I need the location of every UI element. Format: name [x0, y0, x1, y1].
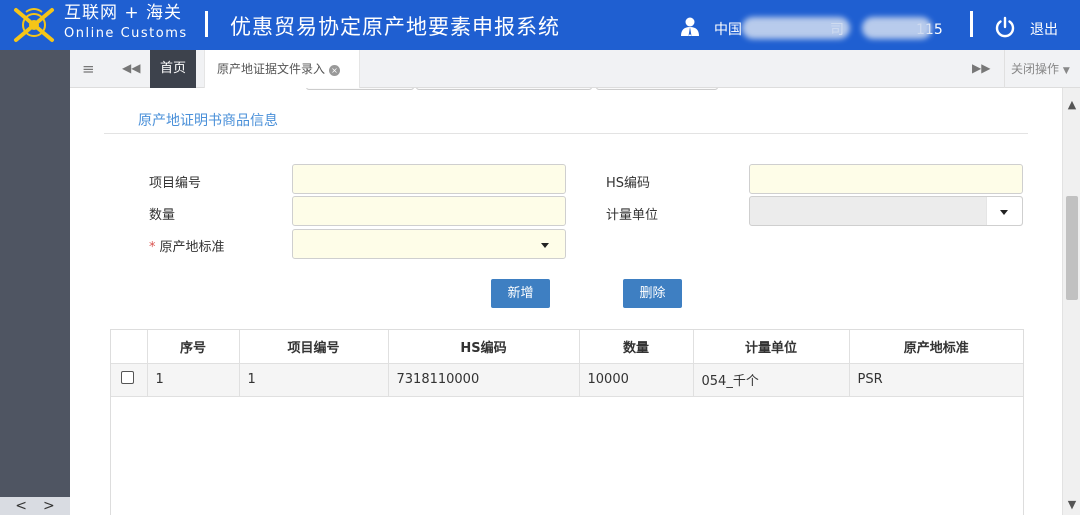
cell-origin-standard: PSR	[849, 363, 1023, 397]
caret-down-icon	[541, 243, 549, 248]
column-header: 项目编号	[239, 330, 389, 364]
field-stub	[416, 88, 592, 90]
origin-standard-label-text: 原产地标准	[159, 240, 225, 255]
goods-table-grid: 序号 项目编号 HS编码 数量 计量单位 原产地标准 1 1 731811000…	[111, 330, 1023, 397]
close-operations-label: 关闭操作	[1011, 62, 1060, 76]
hs-code-input[interactable]	[749, 164, 1023, 194]
delete-button[interactable]: 删除	[623, 279, 682, 308]
field-stub	[306, 88, 414, 90]
scroll-down-icon[interactable]: ▼	[1063, 498, 1080, 511]
system-title: 优惠贸易协定原产地要素申报系统	[230, 15, 560, 39]
caret-down-icon	[1000, 210, 1008, 215]
add-button[interactable]: 新增	[491, 279, 550, 308]
origin-standard-select[interactable]	[292, 229, 566, 259]
cell-seq: 1	[147, 363, 240, 397]
row-checkbox[interactable]	[121, 371, 134, 384]
tab-origin-doc-entry[interactable]: 原产地证据文件录入 ×	[204, 50, 360, 88]
unit-select[interactable]	[749, 196, 1023, 226]
caret-down-icon: ▼	[1062, 66, 1070, 76]
user-prefix: 中国	[714, 22, 742, 38]
field-stub	[596, 88, 718, 90]
chevron-right-icon[interactable]: >	[43, 498, 55, 514]
power-icon[interactable]	[994, 16, 1016, 38]
brand: 互联网 + 海关 Online Customs	[64, 3, 188, 41]
vertical-scrollbar[interactable]: ▲ ▼	[1062, 88, 1080, 515]
tab-bar: ≡ ◀◀ 首页 原产地证据文件录入 × ▶▶ 关闭操作 ▼	[70, 50, 1080, 88]
close-operations-dropdown[interactable]: 关闭操作 ▼	[1004, 50, 1080, 88]
top-header: 互联网 + 海关 Online Customs 优惠贸易协定原产地要素申报系统 …	[0, 0, 1080, 50]
table-header-row: 序号 项目编号 HS编码 数量 计量单位 原产地标准	[111, 330, 1023, 364]
redaction-mask	[862, 17, 932, 39]
menu-icon[interactable]: ≡	[82, 60, 95, 78]
section-title: 原产地证明书商品信息	[138, 113, 278, 129]
logout-link[interactable]: 退出	[1030, 19, 1058, 39]
brand-en: Online Customs	[64, 26, 188, 41]
cell-hs-code: 7318110000	[388, 363, 580, 397]
tab-label: 原产地证据文件录入	[217, 62, 326, 76]
cell-item-no: 1	[239, 363, 389, 397]
header-divider	[970, 11, 973, 37]
double-chevron-left-icon[interactable]: ◀◀	[122, 61, 140, 75]
section-divider	[104, 133, 1028, 134]
left-sidebar	[0, 50, 70, 515]
main-content: 原产地证明书商品信息 项目编号 HS编码 数量 计量单位 * 原产地标准 新增 删…	[70, 88, 1062, 515]
chevron-left-icon[interactable]: <	[15, 498, 27, 514]
redaction-mask	[742, 17, 850, 39]
select-all-header	[111, 330, 148, 364]
origin-standard-label: * 原产地标准	[149, 236, 225, 255]
sidebar-scroll-nav: < >	[0, 497, 70, 515]
required-mark: *	[149, 240, 156, 255]
cell-unit: 054_千个	[693, 363, 850, 397]
customs-emblem-icon	[14, 8, 54, 42]
quantity-label: 数量	[149, 208, 176, 223]
column-header: 数量	[579, 330, 694, 364]
column-header: 原产地标准	[849, 330, 1023, 364]
item-no-input[interactable]	[292, 164, 566, 194]
user-icon	[681, 17, 699, 36]
row-checkbox-cell[interactable]	[111, 363, 148, 397]
header-divider	[205, 11, 208, 37]
column-header: HS编码	[388, 330, 580, 364]
scroll-up-icon[interactable]: ▲	[1063, 98, 1080, 111]
scroll-thumb[interactable]	[1066, 196, 1078, 300]
unit-label: 计量单位	[606, 208, 659, 223]
column-header: 计量单位	[693, 330, 850, 364]
table-row[interactable]: 1 1 7318110000 10000 054_千个 PSR	[111, 363, 1023, 397]
close-icon[interactable]: ×	[329, 65, 341, 76]
hs-code-label: HS编码	[606, 176, 651, 191]
quantity-input[interactable]	[292, 196, 566, 226]
brand-cn: 互联网 + 海关	[64, 3, 183, 23]
unit-select-toggle[interactable]	[986, 197, 1022, 225]
cell-quantity: 10000	[579, 363, 694, 397]
item-no-label: 项目编号	[149, 176, 202, 191]
tab-home[interactable]: 首页	[150, 50, 196, 88]
column-header: 序号	[147, 330, 240, 364]
goods-table: 序号 项目编号 HS编码 数量 计量单位 原产地标准 1 1 731811000…	[110, 329, 1024, 515]
double-chevron-right-icon[interactable]: ▶▶	[972, 61, 990, 75]
